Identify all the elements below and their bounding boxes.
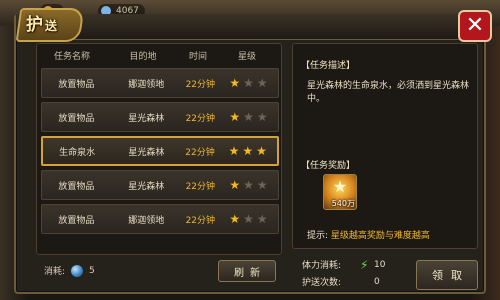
reward-item[interactable]: ★ 540万 <box>323 174 357 210</box>
lightning-icon: ⚡ <box>360 257 369 272</box>
close-button[interactable]: ✕ <box>458 10 492 42</box>
header-time: 时间 <box>188 51 207 62</box>
header-stars: 星级 <box>237 51 256 62</box>
desc-label: 【任务描述】 <box>301 61 356 71</box>
task-destination: 娜迦领地 <box>128 215 165 226</box>
task-row[interactable]: 生命泉水 星光森林 22分钟 ★ ★ ★ <box>41 136 279 166</box>
escort-label: 护送次数: <box>302 278 342 288</box>
task-name: 生命泉水 <box>59 147 96 158</box>
star-icon: ★ <box>229 76 241 90</box>
star-icon: ★ <box>256 178 268 192</box>
gem-icon <box>71 264 84 277</box>
panel-titlebar <box>16 14 484 40</box>
task-name: 放置物品 <box>58 79 95 90</box>
star-icon: ★ <box>256 144 267 158</box>
star-icon: ★ <box>243 212 254 226</box>
task-destination: 星光森林 <box>128 113 165 124</box>
escort-value: 0 <box>374 276 380 287</box>
star-icon: ★ <box>229 178 241 192</box>
hint: 提示: 星级越高奖励与难度越高 <box>307 228 430 241</box>
task-detail: 【任务描述】 星光森林的生命泉水，必须洒到星光森林中。 【任务奖励】 ★ 540… <box>292 43 478 249</box>
task-time: 22分钟 <box>185 147 215 158</box>
refresh-cost: 消耗: 5 <box>44 264 95 277</box>
reward-label: 【任务奖励】 <box>301 161 356 171</box>
task-time: 22分钟 <box>185 181 216 192</box>
cost-label: 消耗: <box>44 267 66 277</box>
task-time: 22分钟 <box>185 113 216 124</box>
escort-panel: 护送 ✕ 任务名称 目的地 时间 星级 放置物品 娜迦领地 22分钟 ★ ★ ★ 放置物品星… <box>14 8 492 294</box>
task-row[interactable]: 放置物品 娜迦领地 22分钟 ★ ★ ★ <box>41 68 279 98</box>
star-icon: ★ <box>242 144 254 158</box>
star-icon: ★ <box>243 110 254 124</box>
panel-title-sub: 送 <box>45 19 60 33</box>
task-time: 22分钟 <box>185 215 216 226</box>
star-icon: ★ <box>256 76 268 90</box>
task-time: 22分钟 <box>185 79 216 90</box>
task-destination: 星光森林 <box>128 147 165 158</box>
task-stars: ★ ★ ★ <box>219 145 278 157</box>
star-icon: ★ <box>229 212 241 226</box>
hint-text: 星级越高奖励与难度越高 <box>330 231 430 241</box>
stamina-value: 10 <box>374 259 386 270</box>
task-name: 放置物品 <box>58 181 95 192</box>
task-row[interactable]: 放置物品 娜迦领地 22分钟 ★ ★ ★ <box>41 204 279 234</box>
star-icon: ★ <box>229 110 241 124</box>
refresh-button[interactable]: 刷新 <box>218 260 276 282</box>
task-stars: ★ ★ ★ <box>219 77 278 89</box>
stamina-cost: 体力消耗: ⚡ 10 <box>302 256 394 273</box>
task-destination: 星光森林 <box>128 181 165 192</box>
star-icon: ★ <box>256 110 268 124</box>
task-list: 任务名称 目的地 时间 星级 放置物品 娜迦领地 22分钟 ★ ★ ★ 放置物品 星光森林 22… <box>36 43 282 255</box>
task-row[interactable]: 放置物品 星光森林 22分钟 ★ ★ ★ <box>41 102 279 132</box>
desc-text: 星光森林的生命泉水，必须洒到星光森林中。 <box>307 81 470 104</box>
task-stars: ★ ★ ★ <box>219 111 278 123</box>
cost-value: 5 <box>89 265 95 276</box>
stats: 体力消耗: ⚡ 10 护送次数: 0 <box>302 256 394 290</box>
task-name: 放置物品 <box>58 215 95 226</box>
experience-icon: ★ <box>332 177 348 196</box>
star-icon: ★ <box>243 178 254 192</box>
task-list-header: 任务名称 目的地 时间 星级 <box>37 44 281 66</box>
task-row[interactable]: 放置物品 星光森林 22分钟 ★ ★ ★ <box>41 170 279 200</box>
escort-count: 护送次数: 0 <box>302 273 394 290</box>
task-stars: ★ ★ ★ <box>219 179 278 191</box>
star-icon: ★ <box>228 144 240 158</box>
task-stars: ★ ★ ★ <box>219 213 278 225</box>
claim-button[interactable]: 领取 <box>416 260 478 290</box>
star-icon: ★ <box>243 76 254 90</box>
header-task-name: 任务名称 <box>53 51 90 62</box>
header-destination: 目的地 <box>129 51 157 62</box>
panel-title: 护送 <box>26 10 59 35</box>
hint-label: 提示: <box>307 231 329 241</box>
reward-amount: 540万 <box>331 199 355 208</box>
task-destination: 娜迦领地 <box>128 79 165 90</box>
panel-title-main: 护 <box>26 15 45 35</box>
close-icon: ✕ <box>465 13 485 38</box>
stamina-label: 体力消耗: <box>302 261 342 271</box>
star-icon: ★ <box>256 212 268 226</box>
task-name: 放置物品 <box>58 113 95 124</box>
